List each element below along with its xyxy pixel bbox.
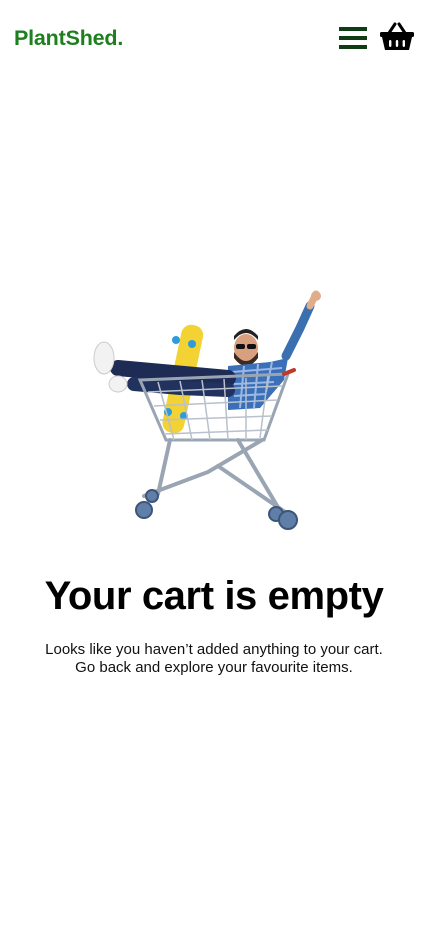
site-header: PlantShed. bbox=[0, 0, 428, 76]
menu-bar bbox=[339, 27, 367, 31]
man-in-cart-image bbox=[93, 290, 321, 530]
hamburger-menu-icon[interactable] bbox=[339, 26, 368, 52]
logo[interactable]: PlantShed. bbox=[14, 24, 123, 52]
empty-cart-illustration bbox=[88, 288, 324, 532]
empty-cart-message: Looks like you haven’t added anything to… bbox=[0, 641, 428, 677]
menu-bar bbox=[339, 45, 367, 49]
basket-svg bbox=[380, 22, 414, 50]
empty-cart-message-line-1: Looks like you haven’t added anything to… bbox=[45, 641, 383, 658]
menu-bar bbox=[339, 36, 367, 40]
shopping-basket-icon[interactable] bbox=[379, 22, 415, 52]
empty-cart-message-line-2: Go back and explore your favourite items… bbox=[75, 659, 353, 676]
empty-cart-title: Your cart is empty bbox=[44, 574, 384, 618]
